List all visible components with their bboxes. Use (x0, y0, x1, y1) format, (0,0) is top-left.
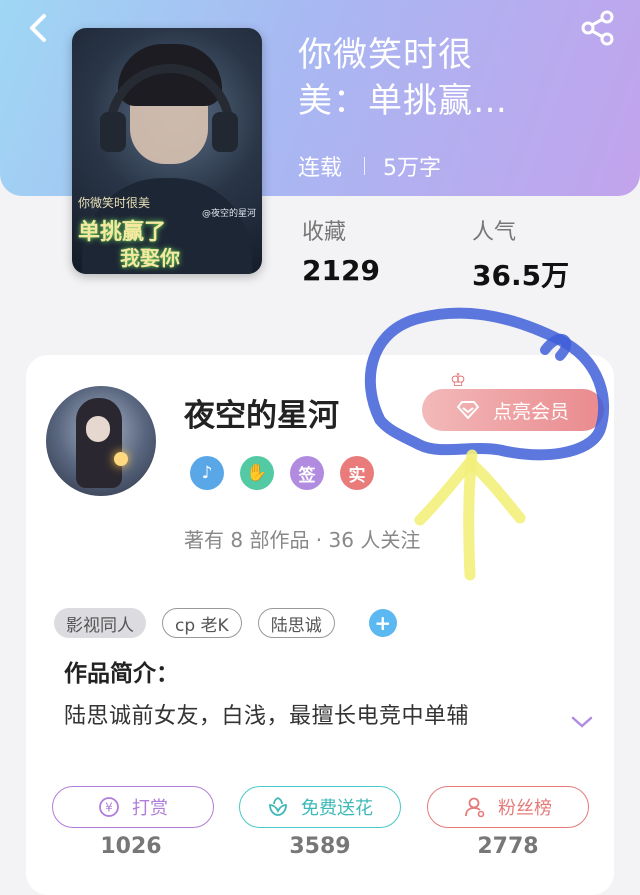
music-badge-icon[interactable]: ♪ (190, 456, 224, 490)
tip-label: 打赏 (132, 798, 168, 819)
author-name[interactable]: 夜空的星河 (184, 390, 339, 435)
vip-button-label: 点亮会员 (492, 400, 569, 423)
send-flower-label: 免费送花 (301, 798, 373, 819)
handshake-badge-icon[interactable]: ✋ (240, 456, 274, 490)
tag-item[interactable]: 陆思诚 (257, 608, 335, 638)
cover-subtitle: 你微笑时很美 (78, 196, 151, 210)
add-tag-plus-icon[interactable]: + (368, 609, 397, 637)
popularity-stat: 人气 36.5万 (472, 214, 569, 294)
favorites-stat: 收藏 2129 (302, 214, 380, 287)
cover-watermark: @夜空的星河 (202, 209, 257, 219)
expand-chevron-icon[interactable] (570, 714, 594, 730)
fan-count: 2778 (477, 834, 539, 859)
back-arrow-icon[interactable] (20, 10, 56, 46)
flower-icon (269, 796, 287, 816)
avatar-figure (76, 398, 122, 488)
avatar-face (86, 416, 110, 442)
send-flower-button[interactable]: 免费送花 (239, 786, 401, 828)
svg-text:¥: ¥ (105, 801, 113, 815)
yen-coin-icon: ¥ (99, 797, 119, 817)
user-icon (465, 797, 485, 818)
intro-heading: 作品简介： (64, 661, 179, 687)
book-status: 连载 5万字 (298, 150, 441, 182)
favorites-value: 2129 (302, 254, 380, 287)
tip-button[interactable]: ¥ 打赏 (52, 786, 214, 828)
tag-item[interactable]: 影视同人 (54, 608, 146, 638)
blue-stroke-tail (540, 334, 572, 361)
cover-title-line2: 我娶你 (120, 246, 180, 270)
flower-count: 3589 (289, 834, 351, 859)
popularity-label: 人气 (472, 220, 517, 245)
intro-text: 陆思诚前女友，白浅，最擅长电竞中单辅 (64, 704, 470, 729)
popularity-value: 36.5万 (472, 259, 570, 292)
author-avatar[interactable] (46, 386, 156, 496)
favorites-label: 收藏 (302, 220, 347, 245)
book-title: 你微笑时很美：单挑赢… (298, 35, 508, 121)
word-count: 5万字 (383, 156, 442, 181)
vip-member-button[interactable]: 点亮会员 (422, 389, 604, 431)
verified-badge[interactable]: 实 (340, 456, 374, 490)
tag-item[interactable]: cp 老K (162, 608, 242, 638)
fan-ranking-label: 粉丝榜 (498, 798, 552, 819)
author-badges: ♪ ✋ 签 实 (190, 456, 374, 490)
divider (364, 157, 366, 175)
avatar-lantern (114, 452, 128, 466)
fan-ranking-button[interactable]: 粉丝榜 (427, 786, 589, 828)
share-icon[interactable] (578, 8, 618, 48)
diamond-icon (456, 401, 479, 419)
tag-list: 影视同人 cp 老K 陆思诚 + (54, 608, 397, 638)
author-summary: 著有 8 部作品 · 36 人关注 (184, 528, 421, 552)
headset-ear-right (212, 112, 238, 152)
signed-badge[interactable]: 签 (290, 456, 324, 490)
tip-count: 1026 (100, 834, 162, 859)
serial-status: 连载 (298, 156, 343, 181)
book-cover[interactable]: 你微笑时很美 @夜空的星河 单挑赢了 我娶你 (72, 28, 262, 274)
crown-icon: ♔ (450, 370, 467, 391)
headset-ear-left (100, 112, 126, 152)
